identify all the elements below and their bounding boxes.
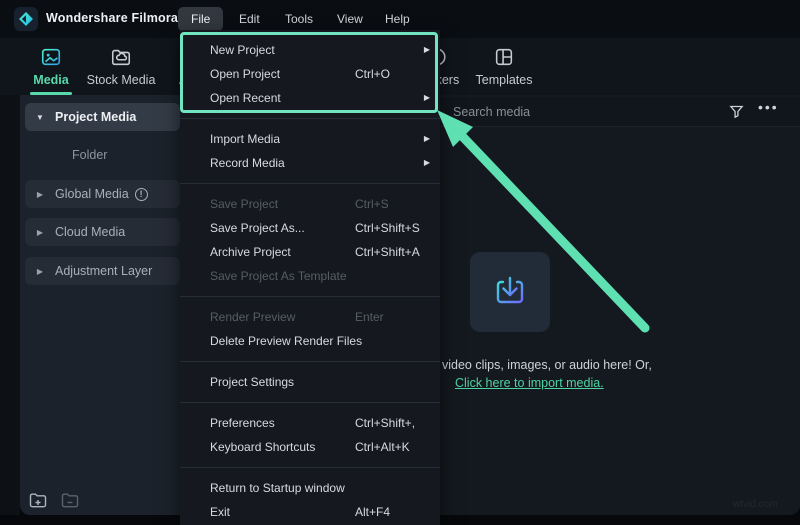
menu-item-save-project: Save Project Ctrl+S [180, 192, 440, 216]
file-menu-dropdown: New Project ▶ Open Project Ctrl+O Open R… [180, 30, 440, 525]
templates-icon [459, 44, 549, 70]
caret-right-icon: ▶ [25, 228, 55, 237]
more-options-icon[interactable]: ••• [758, 99, 779, 115]
new-folder-button[interactable] [28, 490, 48, 515]
import-dropzone[interactable] [470, 252, 550, 332]
menu-item-record-media[interactable]: Record Media ▶ [180, 151, 440, 175]
submenu-arrow-icon: ▶ [424, 38, 430, 62]
menu-tools[interactable]: Tools [272, 7, 326, 31]
menu-separator [180, 361, 440, 362]
sidebar-item-global-media[interactable]: ▶ Global Media ! [25, 180, 180, 208]
menu-item-exit[interactable]: Exit Alt+F4 [180, 500, 440, 524]
menu-separator [180, 183, 440, 184]
sidebar-item-cloud-media[interactable]: ▶ Cloud Media [25, 218, 180, 246]
menu-edit[interactable]: Edit [226, 7, 273, 31]
menu-item-open-project[interactable]: Open Project Ctrl+O [180, 62, 440, 86]
menu-item-new-project[interactable]: New Project ▶ [180, 38, 440, 62]
menu-item-keyboard-shortcuts[interactable]: Keyboard Shortcuts Ctrl+Alt+K [180, 435, 440, 459]
filmora-logo-icon [14, 7, 38, 31]
menu-file[interactable]: File [178, 7, 223, 31]
menu-item-save-project-as-template: Save Project As Template [180, 264, 440, 288]
dropzone-hint-text: video clips, images, or audio here! Or, [442, 358, 652, 372]
caret-right-icon: ▶ [25, 267, 55, 276]
menu-separator [180, 402, 440, 403]
left-edge-strip [0, 95, 20, 515]
menu-separator [180, 118, 440, 119]
search-input[interactable] [453, 100, 713, 124]
watermark: wtvid.com [733, 499, 777, 510]
sidebar-item-project-media[interactable]: ▼ Project Media [25, 103, 180, 131]
submenu-arrow-icon: ▶ [424, 86, 430, 110]
menu-item-render-preview: Render Preview Enter [180, 305, 440, 329]
import-media-link[interactable]: Click here to import media. [455, 376, 604, 390]
sidebar-item-folder[interactable]: Folder [72, 148, 107, 162]
caret-down-icon: ▼ [25, 113, 55, 122]
tab-templates[interactable]: Templates [459, 44, 549, 87]
import-download-icon [490, 272, 530, 312]
menu-separator [180, 467, 440, 468]
sidebar-item-adjustment-layer[interactable]: ▶ Adjustment Layer [25, 257, 180, 285]
menu-item-import-media[interactable]: Import Media ▶ [180, 127, 440, 151]
caret-right-icon: ▶ [25, 190, 55, 199]
info-icon: ! [135, 188, 148, 201]
filter-icon[interactable] [728, 103, 745, 125]
media-sidebar: ▼ Project Media Folder ▶ Global Media ! … [20, 95, 180, 515]
menu-item-preferences[interactable]: Preferences Ctrl+Shift+, [180, 411, 440, 435]
submenu-arrow-icon: ▶ [424, 127, 430, 151]
app-title: Wondershare Filmora [46, 11, 178, 25]
menu-item-archive-project[interactable]: Archive Project Ctrl+Shift+A [180, 240, 440, 264]
menu-view[interactable]: View [324, 7, 376, 31]
menu-separator [180, 296, 440, 297]
menu-help[interactable]: Help [372, 7, 423, 31]
submenu-arrow-icon: ▶ [424, 151, 430, 175]
menu-item-open-recent[interactable]: Open Recent ▶ [180, 86, 440, 110]
menu-item-delete-preview-render-files[interactable]: Delete Preview Render Files [180, 329, 440, 353]
menu-item-project-settings[interactable]: Project Settings [180, 370, 440, 394]
menu-item-return-to-startup-window[interactable]: Return to Startup window [180, 476, 440, 500]
delete-folder-button[interactable] [60, 490, 80, 515]
menu-item-save-project-as[interactable]: Save Project As... Ctrl+Shift+S [180, 216, 440, 240]
